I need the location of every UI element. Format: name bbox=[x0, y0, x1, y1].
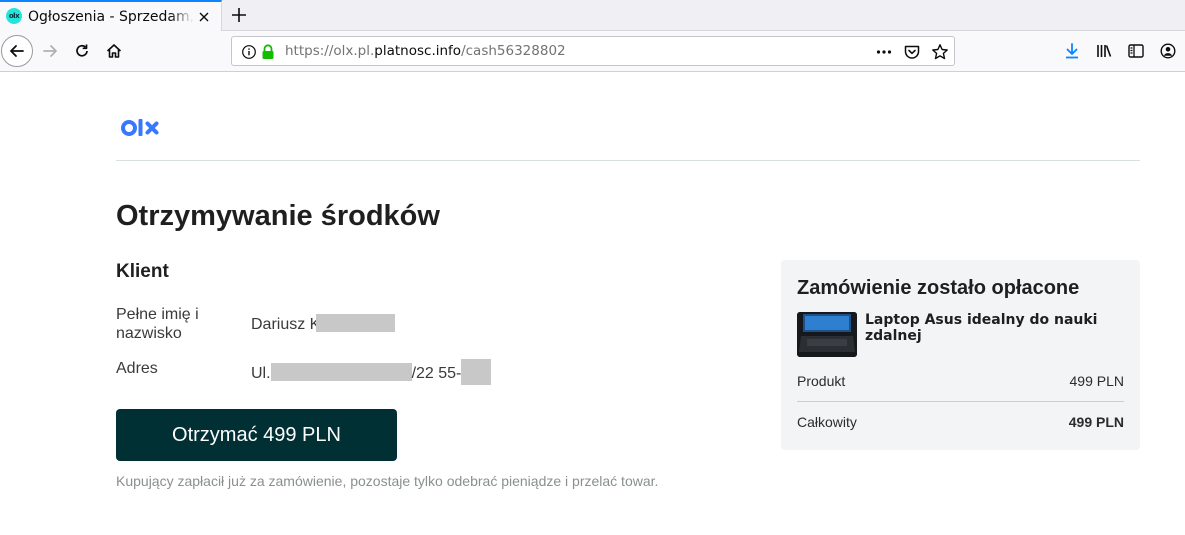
product-price-value: 499 PLN bbox=[1069, 373, 1124, 389]
receive-funds-button[interactable]: Otrzymać 499 PLN bbox=[116, 409, 397, 461]
order-status-title: Zamówienie zostało opłacone bbox=[797, 277, 1080, 299]
laptop-image bbox=[797, 312, 857, 357]
url-text[interactable]: https://olx.pl.platnosc.info/cash5632880… bbox=[285, 43, 566, 59]
product-thumbnail bbox=[797, 312, 857, 357]
arrow-right-icon bbox=[43, 45, 57, 57]
client-heading: Klient bbox=[116, 261, 169, 282]
pocket-button[interactable] bbox=[903, 43, 921, 61]
olx-logo[interactable] bbox=[121, 116, 161, 140]
tab-strip: olx Ogłoszenia - Sprzedam, kup bbox=[0, 0, 1185, 31]
more-dots-icon bbox=[876, 50, 892, 54]
url-path: /cash56328802 bbox=[461, 43, 566, 59]
library-button[interactable] bbox=[1088, 35, 1120, 67]
home-button[interactable] bbox=[98, 35, 130, 67]
pocket-icon bbox=[904, 45, 920, 59]
address-value: Ul. /22 55- bbox=[251, 359, 492, 385]
full-name-label: Pełne imię i nazwisko bbox=[116, 306, 199, 342]
redaction-block bbox=[461, 359, 492, 385]
home-icon bbox=[106, 44, 122, 58]
forward-button[interactable] bbox=[34, 35, 66, 67]
total-value: 499 PLN bbox=[1068, 414, 1124, 430]
olx-favicon-icon: olx bbox=[6, 8, 22, 24]
payment-note: Kupujący zapłacił już za zamówienie, poz… bbox=[116, 473, 659, 489]
navigation-bar: https://olx.pl.platnosc.info/cash5632880… bbox=[0, 31, 1185, 72]
bookmark-star-button[interactable] bbox=[931, 43, 949, 61]
page-actions-button[interactable] bbox=[875, 43, 893, 61]
sidebar-icon bbox=[1128, 44, 1144, 58]
account-icon bbox=[1160, 43, 1176, 59]
reload-icon bbox=[76, 44, 88, 57]
library-icon bbox=[1097, 45, 1112, 57]
redaction-block bbox=[270, 363, 412, 381]
product-name[interactable]: Laptop Asus idealny do nauki zdalnej bbox=[865, 312, 1125, 344]
downloads-button[interactable] bbox=[1056, 35, 1088, 67]
browser-tab[interactable]: olx Ogłoszenia - Sprzedam, kup bbox=[0, 0, 222, 31]
full-name-text: Dariusz K bbox=[251, 316, 321, 333]
address-label: Adres bbox=[116, 360, 158, 377]
arrow-left-icon bbox=[10, 45, 24, 57]
redaction-block bbox=[316, 314, 396, 332]
url-host: platnosc.info bbox=[374, 43, 462, 59]
download-arrow-icon bbox=[1066, 43, 1078, 59]
sidebar-button[interactable] bbox=[1120, 35, 1152, 67]
full-name-value: Dariusz K bbox=[251, 314, 396, 334]
tab-title: Ogłoszenia - Sprzedam, kup bbox=[28, 7, 194, 27]
address-bar[interactable]: https://olx.pl.platnosc.info/cash5632880… bbox=[231, 36, 955, 66]
product-price-label: Produkt bbox=[797, 373, 846, 389]
summary-divider bbox=[797, 401, 1124, 402]
back-button[interactable] bbox=[1, 35, 33, 67]
total-label: Całkowity bbox=[797, 414, 857, 430]
star-icon bbox=[932, 44, 948, 60]
header-divider bbox=[116, 160, 1140, 161]
reload-button[interactable] bbox=[66, 35, 98, 67]
page-title: Otrzymywanie środków bbox=[116, 200, 440, 232]
account-button[interactable] bbox=[1152, 35, 1184, 67]
new-tab-plus-icon[interactable] bbox=[228, 4, 250, 26]
close-icon[interactable] bbox=[196, 9, 212, 25]
url-prefix: https://olx.pl. bbox=[285, 43, 375, 59]
address-prefix: Ul. bbox=[251, 365, 271, 382]
address-suffix: /22 55- bbox=[411, 365, 462, 382]
info-icon[interactable] bbox=[240, 43, 258, 61]
order-summary-card: Zamówienie zostało opłacone Laptop Asus … bbox=[781, 260, 1140, 450]
lock-icon[interactable] bbox=[259, 43, 277, 61]
